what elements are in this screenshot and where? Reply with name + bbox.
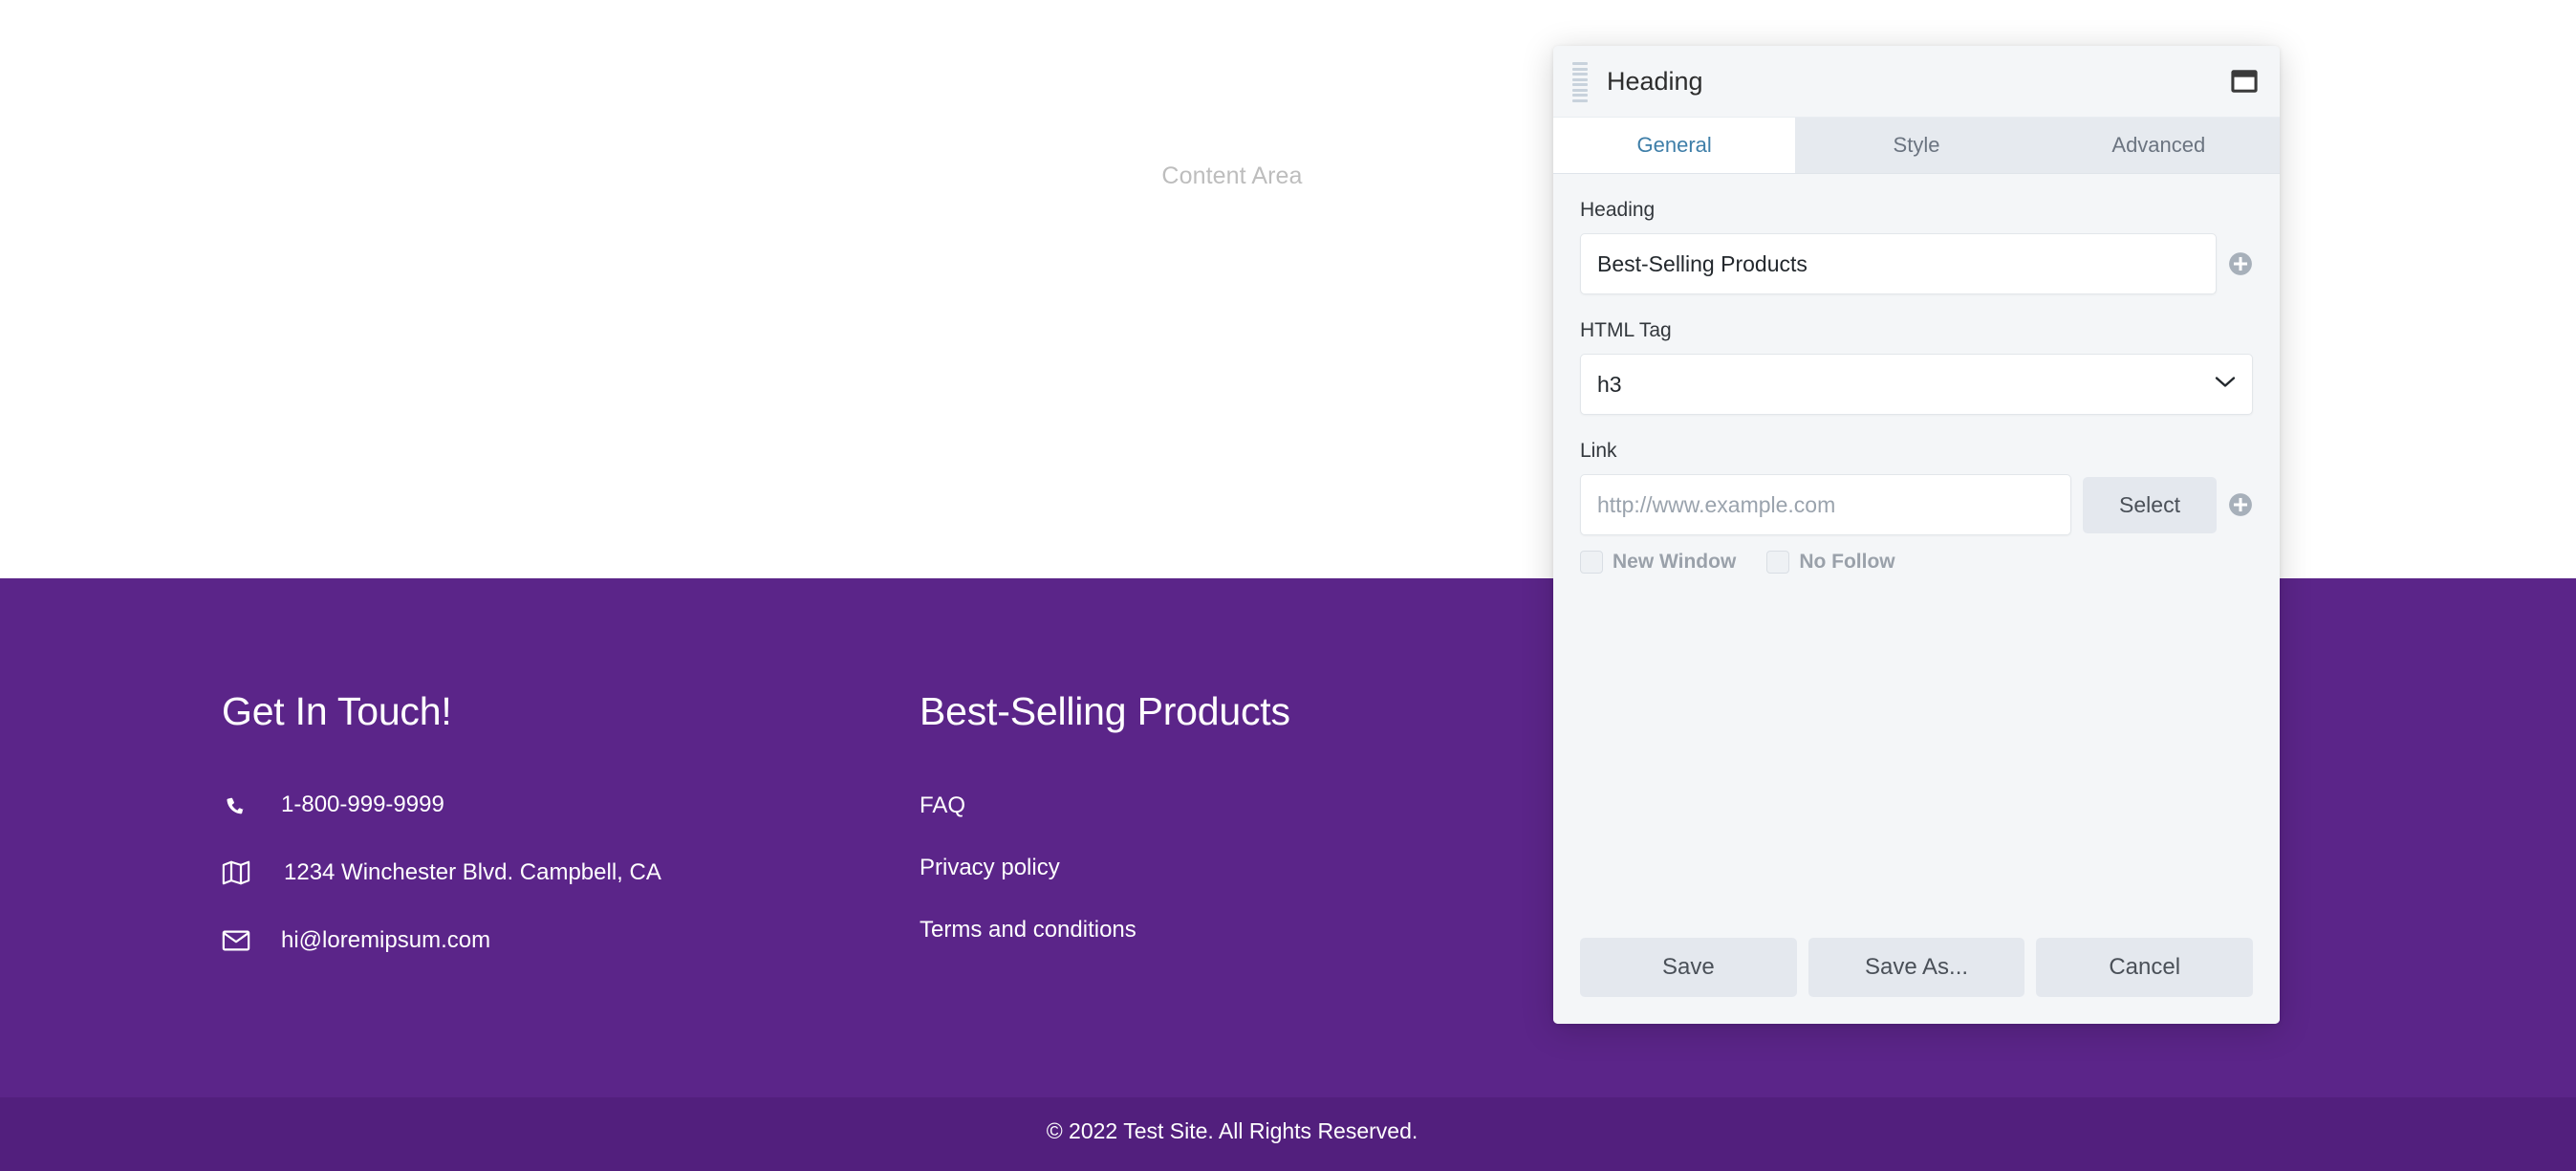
html-tag-select[interactable]: h3 (1580, 354, 2253, 415)
footer-contact-heading: Get In Touch! (222, 689, 452, 733)
field-group-html-tag: HTML Tag h3 (1580, 319, 2253, 415)
copyright-text: © 2022 Test Site. All Rights Reserved. (1046, 1118, 1418, 1143)
window-restore-icon[interactable] (2230, 69, 2259, 94)
no-follow-checkbox-label: No Follow (1799, 551, 1895, 573)
dialog-tabs: General Style Advanced (1553, 118, 2280, 174)
field-group-link: Link Select New Window (1580, 440, 2253, 574)
tab-general[interactable]: General (1553, 118, 1796, 173)
contact-address-text: 1234 Winchester Blvd. Campbell, CA (284, 859, 661, 886)
phone-icon (222, 792, 260, 818)
tab-advanced[interactable]: Advanced (2037, 118, 2280, 173)
envelope-icon (222, 928, 260, 953)
html-tag-field-label: HTML Tag (1580, 319, 1672, 341)
drag-handle-icon[interactable] (1572, 62, 1588, 102)
contact-list: 1-800-999-9999 1234 Winchester Blvd. Cam… (222, 789, 910, 957)
heading-editor-dialog: Heading General Style Advanced Heading B… (1553, 46, 2280, 1024)
new-window-checkbox-label: New Window (1613, 551, 1737, 573)
dialog-footer: Save Save As... Cancel (1553, 938, 2280, 1024)
tab-style[interactable]: Style (1795, 118, 2038, 173)
dialog-title: Heading (1607, 66, 1703, 96)
field-group-heading: Heading (1580, 199, 2253, 294)
link-add-dynamic-plus-circle-icon[interactable] (2228, 492, 2253, 517)
footer-link-faq[interactable]: FAQ (920, 792, 1589, 819)
footer-link-privacy-policy[interactable]: Privacy policy (920, 855, 1589, 881)
footer-links-list: FAQ Privacy policy Terms and conditions (920, 792, 1589, 943)
contact-phone-text: 1-800-999-9999 (281, 792, 444, 818)
heading-input[interactable] (1580, 233, 2217, 294)
link-url-input[interactable] (1580, 474, 2071, 535)
save-as-button[interactable]: Save As... (1808, 938, 2025, 997)
contact-row-email: hi@loremipsum.com (222, 924, 910, 957)
footer-products-heading: Best-Selling Products (920, 689, 1290, 733)
heading-field-label: Heading (1580, 199, 1656, 221)
new-window-checkbox-item[interactable]: New Window (1580, 551, 1736, 574)
contact-row-address: 1234 Winchester Blvd. Campbell, CA (222, 857, 910, 889)
page-root: Content Area Get In Touch! 1-800-999-999… (0, 0, 2576, 1171)
link-select-button[interactable]: Select (2083, 476, 2217, 533)
no-follow-checkbox-item[interactable]: No Follow (1766, 551, 1895, 574)
new-window-checkbox[interactable] (1580, 551, 1603, 574)
contact-row-phone: 1-800-999-9999 (222, 789, 910, 821)
copyright-bar: © 2022 Test Site. All Rights Reserved. (0, 1097, 2576, 1171)
dialog-body: Heading HTML Tag (1553, 174, 2280, 938)
link-field-label: Link (1580, 440, 1617, 462)
footer-column-contact: Get In Touch! 1-800-999-9999 1234 Winche… (222, 689, 910, 992)
map-icon (222, 859, 260, 886)
footer-link-terms-and-conditions[interactable]: Terms and conditions (920, 917, 1589, 943)
no-follow-checkbox[interactable] (1766, 551, 1790, 574)
save-button[interactable]: Save (1580, 938, 1797, 997)
cancel-button[interactable]: Cancel (2036, 938, 2254, 997)
link-options-row: New Window No Follow (1580, 551, 2253, 574)
contact-email-text: hi@loremipsum.com (281, 927, 491, 954)
heading-add-dynamic-plus-circle-icon[interactable] (2228, 251, 2253, 276)
footer-column-products: Best-Selling Products FAQ Privacy policy… (920, 689, 1589, 979)
dialog-titlebar[interactable]: Heading (1553, 46, 2280, 118)
